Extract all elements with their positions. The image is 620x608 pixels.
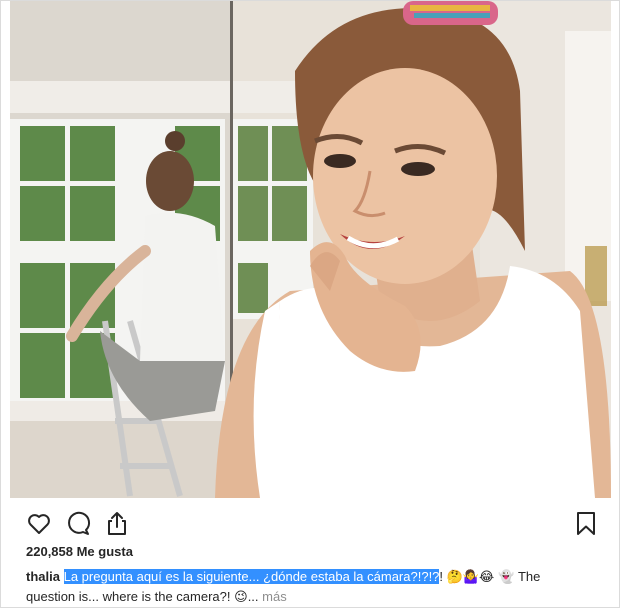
caption-punctuation: ! [439, 569, 444, 584]
post-card: 220,858 Me gusta thalia La pregunta aquí… [0, 0, 620, 608]
heart-icon[interactable] [26, 510, 52, 536]
caption-emoji-wink: 😉 [234, 590, 248, 605]
caption-username[interactable]: thalia [26, 569, 60, 584]
comment-icon[interactable] [65, 510, 91, 536]
caption-emojis: 🤔🤷‍♀️😂 👻 [446, 570, 515, 585]
caption-text-a: The [517, 569, 541, 584]
post-photo[interactable] [10, 1, 611, 498]
caption-ellipsis: ... [247, 589, 259, 604]
caption-highlighted-text: La pregunta aquí es la siguiente... ¿dón… [63, 569, 440, 584]
post-actions-bar [10, 498, 611, 548]
post-caption: thalia La pregunta aquí es la siguiente.… [26, 567, 586, 607]
bookmark-icon[interactable] [573, 510, 599, 536]
share-icon[interactable] [104, 510, 130, 536]
more-link[interactable]: más [262, 589, 287, 604]
likes-count[interactable]: 220,858 Me gusta [26, 544, 133, 559]
caption-text-b: question is... where is the camera?! [26, 589, 231, 604]
